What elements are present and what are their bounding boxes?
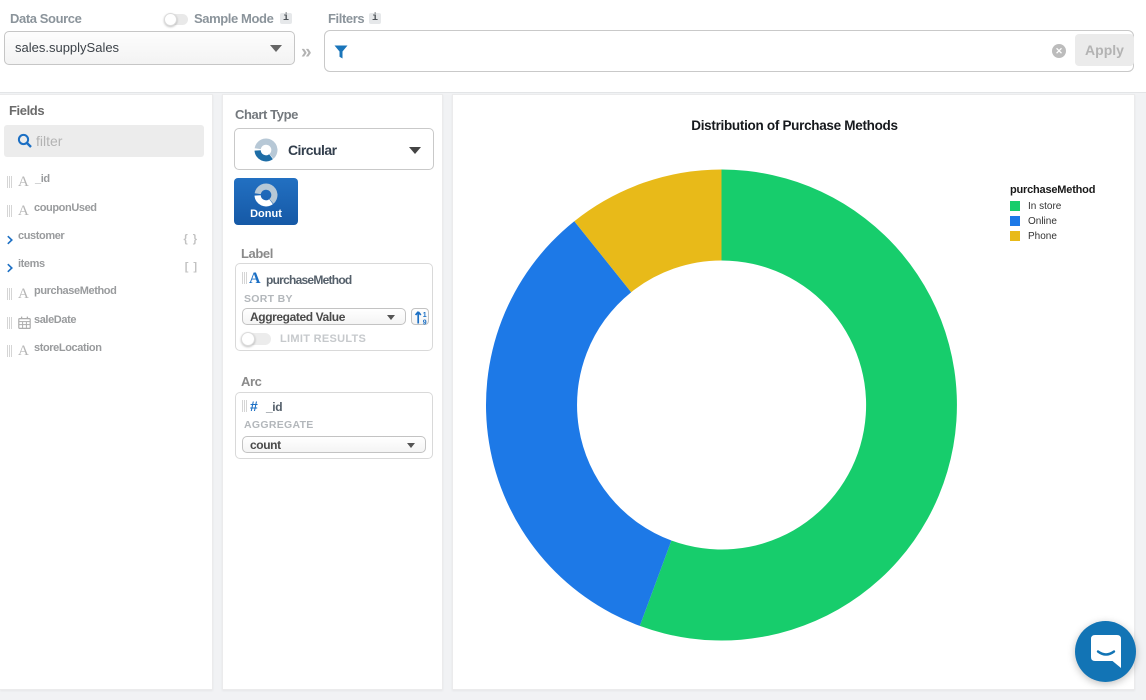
svg-text:9: 9 [423, 320, 427, 327]
svg-text:1: 1 [423, 312, 427, 319]
